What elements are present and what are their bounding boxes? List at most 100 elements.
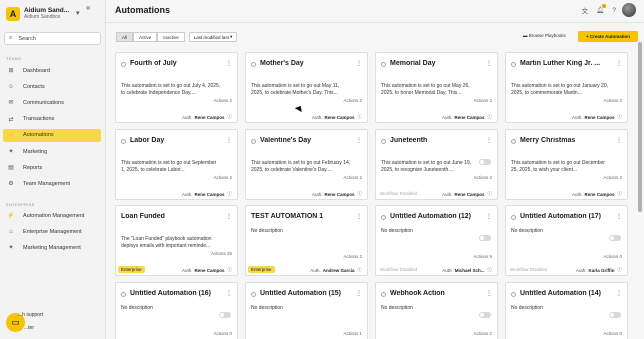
automation-card[interactable]: Loan Funded ⋮ The "Loan Funded" playbook a… bbox=[115, 205, 238, 276]
scrollbar[interactable] bbox=[638, 42, 642, 212]
avatar[interactable] bbox=[622, 3, 636, 17]
info-icon[interactable]: ⓘ bbox=[228, 191, 233, 197]
language-icon[interactable]: 文 bbox=[582, 5, 589, 15]
select-checkbox[interactable] bbox=[511, 139, 516, 144]
sidebar-item-contacts[interactable]: ☺ Contacts bbox=[3, 80, 101, 93]
info-icon[interactable]: ⓘ bbox=[618, 267, 623, 273]
automation-card[interactable]: Memorial Day ⋮ This automation is set to g… bbox=[375, 52, 498, 123]
create-automation-button[interactable]: + Create Automation bbox=[578, 31, 638, 42]
select-checkbox[interactable] bbox=[121, 62, 126, 67]
support-link[interactable]: ...h support bbox=[18, 312, 43, 318]
select-checkbox[interactable] bbox=[511, 62, 516, 67]
select-checkbox[interactable] bbox=[381, 139, 386, 144]
more-options-icon[interactable]: ⋮ bbox=[226, 137, 232, 144]
more-options-icon[interactable]: ⋮ bbox=[486, 290, 492, 297]
sidebar-item-automation-management[interactable]: ⚡ Automation Management bbox=[3, 209, 101, 222]
search-input[interactable]: ⌕ Search bbox=[4, 32, 101, 45]
sidebar-item-marketing[interactable]: ✦ Marketing bbox=[3, 145, 101, 158]
automation-card[interactable]: Untitled Automation (14) ⋮ No description A… bbox=[505, 282, 628, 339]
sidebar-item-enterprise-management[interactable]: ⌂ Enterprise Management bbox=[3, 225, 101, 238]
automation-card[interactable]: Valentine's Day ⋮ This automation is set t… bbox=[245, 129, 368, 200]
info-icon[interactable]: ⓘ bbox=[488, 267, 493, 273]
active-toggle[interactable] bbox=[609, 312, 621, 318]
select-checkbox[interactable] bbox=[251, 139, 256, 144]
card-description: This automation is set to go out Februar… bbox=[251, 160, 351, 173]
automation-card[interactable]: Mother's Day ⋮ This automation is set to g… bbox=[245, 52, 368, 123]
workflow-disabled-badge: Workflow Disabled bbox=[380, 191, 418, 196]
info-icon[interactable]: ⓘ bbox=[488, 191, 493, 197]
more-options-icon[interactable]: ⋮ bbox=[356, 137, 362, 144]
automation-card[interactable]: TEST AUTOMATION 1 ⋮ No description Actions … bbox=[245, 205, 368, 276]
automation-card[interactable]: Labor Day ⋮ This automation is set to go o… bbox=[115, 129, 238, 200]
org-switcher[interactable]: A Aidium Sand... Aidium Sandbox ▾ bbox=[6, 5, 106, 23]
sidebar-item-reports[interactable]: ▤ Reports bbox=[3, 161, 101, 174]
automation-card[interactable]: Untitled Automation (17) ⋮ No description A… bbox=[505, 205, 628, 276]
filter-tab-inactive[interactable]: Inactive bbox=[157, 32, 185, 42]
active-toggle[interactable] bbox=[609, 235, 621, 241]
chevron-down-icon[interactable]: ▾ bbox=[76, 9, 80, 17]
info-icon[interactable]: ⓘ bbox=[488, 114, 493, 120]
automation-card[interactable]: Fourth of July ⋮ This automation is set to… bbox=[115, 52, 238, 123]
info-icon[interactable]: ⓘ bbox=[358, 114, 363, 120]
automation-card[interactable]: Merry Christmas ⋮ This automation is set t… bbox=[505, 129, 628, 200]
sidebar-item-dashboard[interactable]: ⊞ Dashboard bbox=[3, 64, 101, 77]
bell-icon[interactable]: 🔔︎ bbox=[596, 4, 607, 14]
select-checkbox[interactable] bbox=[251, 292, 256, 297]
more-options-icon[interactable]: ⋮ bbox=[486, 137, 492, 144]
author-name: Rene Campos bbox=[454, 191, 485, 197]
info-icon[interactable]: ⓘ bbox=[618, 114, 623, 120]
active-toggle[interactable] bbox=[479, 312, 491, 318]
more-options-icon[interactable]: ⋮ bbox=[226, 213, 232, 220]
more-options-icon[interactable]: ⋮ bbox=[356, 213, 362, 220]
active-toggle[interactable] bbox=[219, 312, 231, 318]
author-name: Rene Campos bbox=[194, 114, 225, 120]
automation-card[interactable]: Webhook Action ⋮ No description Actions 2 bbox=[375, 282, 498, 339]
select-checkbox[interactable] bbox=[381, 292, 386, 297]
select-checkbox[interactable] bbox=[381, 215, 386, 220]
collapse-sidebar-icon[interactable]: « bbox=[86, 3, 90, 12]
more-options-icon[interactable]: ⋮ bbox=[356, 60, 362, 67]
more-options-icon[interactable]: ⋮ bbox=[616, 290, 622, 297]
filter-tab-all[interactable]: All bbox=[116, 32, 134, 42]
author-prefix: Auth. bbox=[310, 267, 321, 273]
more-options-icon[interactable]: ⋮ bbox=[486, 213, 492, 220]
more-options-icon[interactable]: ⋮ bbox=[226, 60, 232, 67]
footer-link[interactable]: ...ter bbox=[24, 325, 34, 331]
browse-playbooks-button[interactable]: ▬ Browse Playbooks bbox=[523, 33, 566, 38]
more-options-icon[interactable]: ⋮ bbox=[486, 60, 492, 67]
select-checkbox[interactable] bbox=[511, 215, 516, 220]
sort-dropdown[interactable]: Last modified last ▾ bbox=[188, 32, 238, 42]
actions-count: Actions 2 bbox=[603, 175, 622, 180]
more-options-icon[interactable]: ⋮ bbox=[226, 290, 232, 297]
automation-card[interactable]: Untitled Automation (12) ⋮ No description A… bbox=[375, 205, 498, 276]
filter-tab-active[interactable]: Active bbox=[133, 32, 158, 42]
select-checkbox[interactable] bbox=[511, 292, 516, 297]
info-icon[interactable]: ⓘ bbox=[358, 191, 363, 197]
sidebar-item-communications[interactable]: ✉ Communications bbox=[3, 96, 101, 109]
info-icon[interactable]: ⓘ bbox=[358, 267, 363, 273]
more-options-icon[interactable]: ⋮ bbox=[616, 60, 622, 67]
sidebar-item-marketing-management[interactable]: ✦ Marketing Management bbox=[3, 241, 101, 254]
select-checkbox[interactable] bbox=[381, 62, 386, 67]
automation-card[interactable]: Juneteenth ⋮ This automation is set to go … bbox=[375, 129, 498, 200]
automation-card[interactable]: Untitled Automation (15) ⋮ No description A… bbox=[245, 282, 368, 339]
sidebar-item-automations[interactable]: ⚡ Automations bbox=[3, 128, 101, 142]
author-name: Rene Campos bbox=[584, 114, 615, 120]
select-checkbox[interactable] bbox=[121, 292, 126, 297]
info-icon[interactable]: ⓘ bbox=[618, 191, 623, 197]
info-icon[interactable]: ⓘ bbox=[228, 114, 233, 120]
help-icon[interactable]: ? bbox=[612, 7, 616, 14]
automation-card[interactable]: Untitled Automation (16) ⋮ No description A… bbox=[115, 282, 238, 339]
select-checkbox[interactable] bbox=[121, 139, 126, 144]
more-options-icon[interactable]: ⋮ bbox=[616, 137, 622, 144]
more-options-icon[interactable]: ⋮ bbox=[616, 213, 622, 220]
more-options-icon[interactable]: ⋮ bbox=[356, 290, 362, 297]
select-checkbox[interactable] bbox=[251, 62, 256, 67]
sidebar-item-transactions[interactable]: ⇄ Transactions bbox=[3, 113, 101, 126]
info-icon[interactable]: ⓘ bbox=[228, 267, 233, 273]
author-prefix: Auth. bbox=[571, 114, 583, 120]
author-prefix: Auth. bbox=[571, 191, 583, 197]
automation-card[interactable]: Martin Luther King Jr. ... ⋮ This automati… bbox=[505, 52, 628, 123]
sidebar-item-team-management[interactable]: ⚙ Team Management bbox=[3, 177, 101, 190]
active-toggle[interactable] bbox=[479, 235, 491, 241]
